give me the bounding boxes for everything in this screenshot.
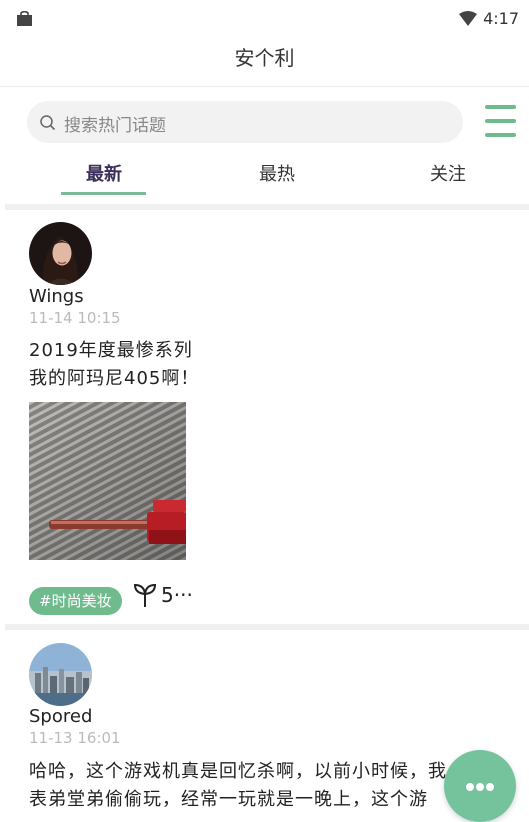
section-divider bbox=[5, 624, 529, 630]
more-fab-button[interactable] bbox=[444, 750, 516, 822]
avatar[interactable] bbox=[29, 222, 92, 285]
more-dots-icon bbox=[466, 783, 474, 791]
like-count: 5··· bbox=[161, 583, 193, 607]
section-divider bbox=[5, 204, 529, 210]
post-time: 11-13 16:01 bbox=[29, 729, 121, 747]
menu-icon[interactable] bbox=[485, 105, 516, 137]
username[interactable]: Spored bbox=[29, 706, 92, 727]
search-input[interactable]: 搜索热门话题 bbox=[27, 101, 463, 143]
post-text-line: 我的阿玛尼405啊！ bbox=[29, 368, 200, 389]
lipstick-photo bbox=[29, 402, 186, 560]
avatar-image bbox=[29, 643, 92, 706]
post-image[interactable] bbox=[29, 402, 186, 560]
search-placeholder: 搜索热门话题 bbox=[64, 116, 166, 136]
tab-latest[interactable]: 最新 bbox=[86, 160, 122, 186]
avatar-image bbox=[29, 222, 92, 285]
topic-tag[interactable]: #时尚美妆 bbox=[29, 587, 122, 615]
status-indicators: 4:17 bbox=[459, 9, 519, 28]
sprout-icon bbox=[133, 583, 157, 607]
post-time: 11-14 10:15 bbox=[29, 309, 121, 327]
tab-following[interactable]: 关注 bbox=[430, 160, 466, 186]
status-time: 4:17 bbox=[483, 9, 519, 28]
post-text-line: 表弟堂弟偷偷玩，经常一玩就是一晚上，这个游 bbox=[29, 789, 428, 810]
more-dots-icon bbox=[486, 783, 494, 791]
like-button[interactable]: 5··· bbox=[132, 582, 193, 608]
avatar[interactable] bbox=[29, 643, 92, 706]
search-icon bbox=[40, 115, 56, 131]
more-dots-icon bbox=[476, 783, 484, 791]
tab-hot[interactable]: 最热 bbox=[259, 160, 295, 186]
status-bar: 4:17 bbox=[0, 0, 529, 38]
post-text-line: 2019年度最惨系列 bbox=[29, 340, 193, 361]
active-tab-indicator bbox=[61, 192, 146, 195]
wifi-icon bbox=[459, 11, 478, 26]
shopping-bag-icon bbox=[17, 11, 32, 26]
page-title: 安个利 bbox=[234, 46, 295, 70]
username[interactable]: Wings bbox=[29, 286, 84, 307]
post-text-line: 哈哈，这个游戏机真是回忆杀啊，以前小时候，我 bbox=[29, 761, 447, 782]
title-divider bbox=[0, 86, 529, 87]
